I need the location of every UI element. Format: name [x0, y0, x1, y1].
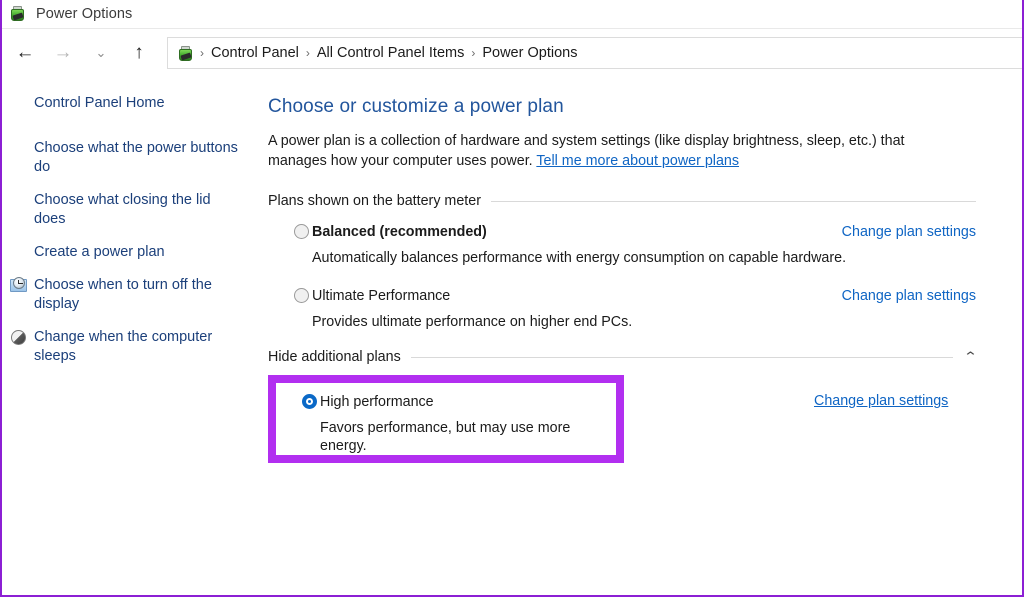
sidebar-item-label: Choose what closing the lid does: [34, 192, 211, 227]
sidebar-item-control-panel-home[interactable]: Control Panel Home: [2, 94, 264, 113]
sidebar-spacer-icon: [10, 140, 28, 158]
main-pane: Choose or customize a power plan A power…: [264, 76, 1022, 595]
sidebar-item-computer-sleeps[interactable]: Change when the computer sleeps: [2, 328, 264, 366]
annotation-highlight-box: High performance Favors performance, but…: [268, 375, 624, 463]
section-divider: [410, 356, 954, 358]
recent-locations-chevron-down-icon[interactable]: ⌄: [82, 36, 120, 70]
plan-name-label: Balanced (recommended): [312, 224, 487, 240]
plan-name-label: Ultimate Performance: [312, 288, 451, 304]
power-plug-icon: [9, 5, 27, 23]
breadcrumb-item-all-control-panel-items[interactable]: All Control Panel Items: [315, 45, 466, 61]
sleep-sphere-icon: [10, 329, 28, 347]
breadcrumb-item-control-panel[interactable]: Control Panel: [209, 45, 301, 61]
back-button[interactable]: ←: [6, 36, 44, 70]
sidebar-item-create-power-plan[interactable]: Create a power plan: [2, 243, 264, 262]
tell-me-more-link[interactable]: Tell me more about power plans: [536, 153, 739, 169]
intro-paragraph: A power plan is a collection of hardware…: [268, 131, 928, 171]
sidebar-item-power-buttons[interactable]: Choose what the power buttons do: [2, 139, 264, 177]
change-plan-settings-ultimate[interactable]: Change plan settings: [842, 287, 976, 305]
page-title: Choose or customize a power plan: [268, 96, 564, 117]
title-bar: Power Options: [2, 0, 1022, 29]
sidebar-item-label: Change when the computer sleeps: [34, 329, 213, 364]
plan-high-performance[interactable]: High performance Favors performance, but…: [276, 393, 616, 455]
change-plan-settings-high-performance[interactable]: Change plan settings: [814, 393, 948, 409]
sidebar-spacer-icon: [10, 244, 28, 262]
sidebar-item-label: Choose when to turn off the display: [34, 277, 212, 312]
sidebar-spacer-icon: [10, 95, 28, 113]
sidebar-item-closing-lid[interactable]: Choose what closing the lid does: [2, 191, 264, 229]
plan-description: Provides ultimate performance on higher …: [312, 314, 633, 330]
plan-ultimate-performance[interactable]: Ultimate Performance Change plan setting…: [268, 287, 976, 331]
sidebar-item-label: Create a power plan: [34, 244, 165, 260]
section-header-additional-plans[interactable]: Hide additional plans ⌃: [268, 349, 978, 365]
breadcrumb-item-power-options[interactable]: Power Options: [480, 45, 579, 61]
content-area: Control Panel Home Choose what the power…: [2, 76, 1022, 595]
section-heading-label: Plans shown on the battery meter: [268, 193, 481, 209]
radio-ultimate-performance[interactable]: [294, 288, 309, 303]
breadcrumb-power-plug-icon: [177, 45, 193, 61]
chevron-up-icon[interactable]: ⌃: [963, 349, 978, 365]
section-heading-label: Hide additional plans: [268, 349, 401, 365]
radio-high-performance[interactable]: [302, 394, 317, 409]
radio-balanced[interactable]: [294, 224, 309, 239]
forward-button[interactable]: →: [44, 36, 82, 70]
power-options-window: Power Options ← → ⌄ ↑ › Control Panel › …: [0, 0, 1024, 597]
breadcrumb-separator: ›: [305, 45, 310, 60]
breadcrumb-separator: ›: [200, 45, 204, 60]
sidebar-item-label: Control Panel Home: [34, 95, 165, 111]
navigation-bar: ← → ⌄ ↑ › Control Panel › All Control Pa…: [2, 29, 1022, 76]
highlighted-plan-container: High performance Favors performance, but…: [268, 375, 976, 463]
up-button[interactable]: ↑: [120, 36, 158, 70]
section-header-battery-meter: Plans shown on the battery meter: [268, 193, 976, 209]
sidebar-spacer-icon: [10, 192, 28, 210]
plan-description: Automatically balances performance with …: [312, 250, 847, 266]
address-bar[interactable]: › Control Panel › All Control Panel Item…: [167, 36, 1022, 69]
sidebar-item-turn-off-display[interactable]: Choose when to turn off the display: [2, 276, 264, 314]
section-divider: [490, 200, 976, 202]
sidebar: Control Panel Home Choose what the power…: [2, 76, 264, 595]
breadcrumb-separator: ›: [471, 45, 476, 60]
plan-balanced[interactable]: Balanced (recommended) Change plan setti…: [268, 223, 976, 267]
display-clock-icon: [10, 277, 28, 295]
window-title: Power Options: [36, 6, 133, 22]
sidebar-item-label: Choose what the power buttons do: [34, 140, 238, 175]
plan-name-label: High performance: [320, 394, 434, 410]
plan-description: Favors performance, but may use more ene…: [320, 420, 571, 454]
change-plan-settings-balanced[interactable]: Change plan settings: [842, 223, 976, 241]
